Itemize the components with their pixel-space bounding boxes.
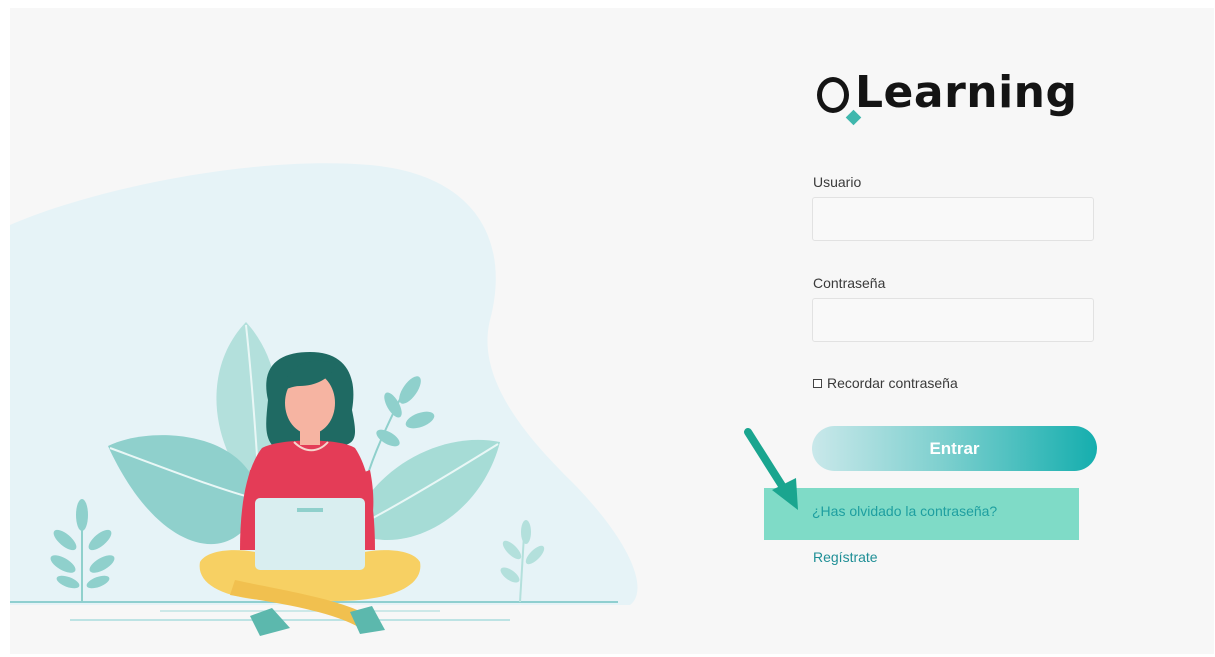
login-button[interactable]: Entrar <box>812 426 1097 471</box>
o-ring-diamond-logo-icon <box>817 73 862 126</box>
left-shoe <box>250 608 290 636</box>
password-label: Contraseña <box>813 275 886 291</box>
username-label: Usuario <box>813 174 862 190</box>
brand-logo: Learning <box>817 62 1078 126</box>
woman-with-laptop-illustration <box>10 163 638 636</box>
remember-checkbox[interactable] <box>813 378 822 388</box>
register-link[interactable]: Regístrate <box>813 549 878 565</box>
arrow-down-right-icon <box>744 428 798 510</box>
remember-password-option[interactable]: Recordar contraseña <box>813 375 958 391</box>
username-input[interactable] <box>812 197 1094 241</box>
password-input[interactable] <box>812 298 1094 342</box>
forgot-password-link[interactable]: ¿Has olvidado la contraseña? <box>812 503 997 519</box>
remember-label: Recordar contraseña <box>827 375 958 391</box>
brand-name: Learning <box>855 67 1078 118</box>
